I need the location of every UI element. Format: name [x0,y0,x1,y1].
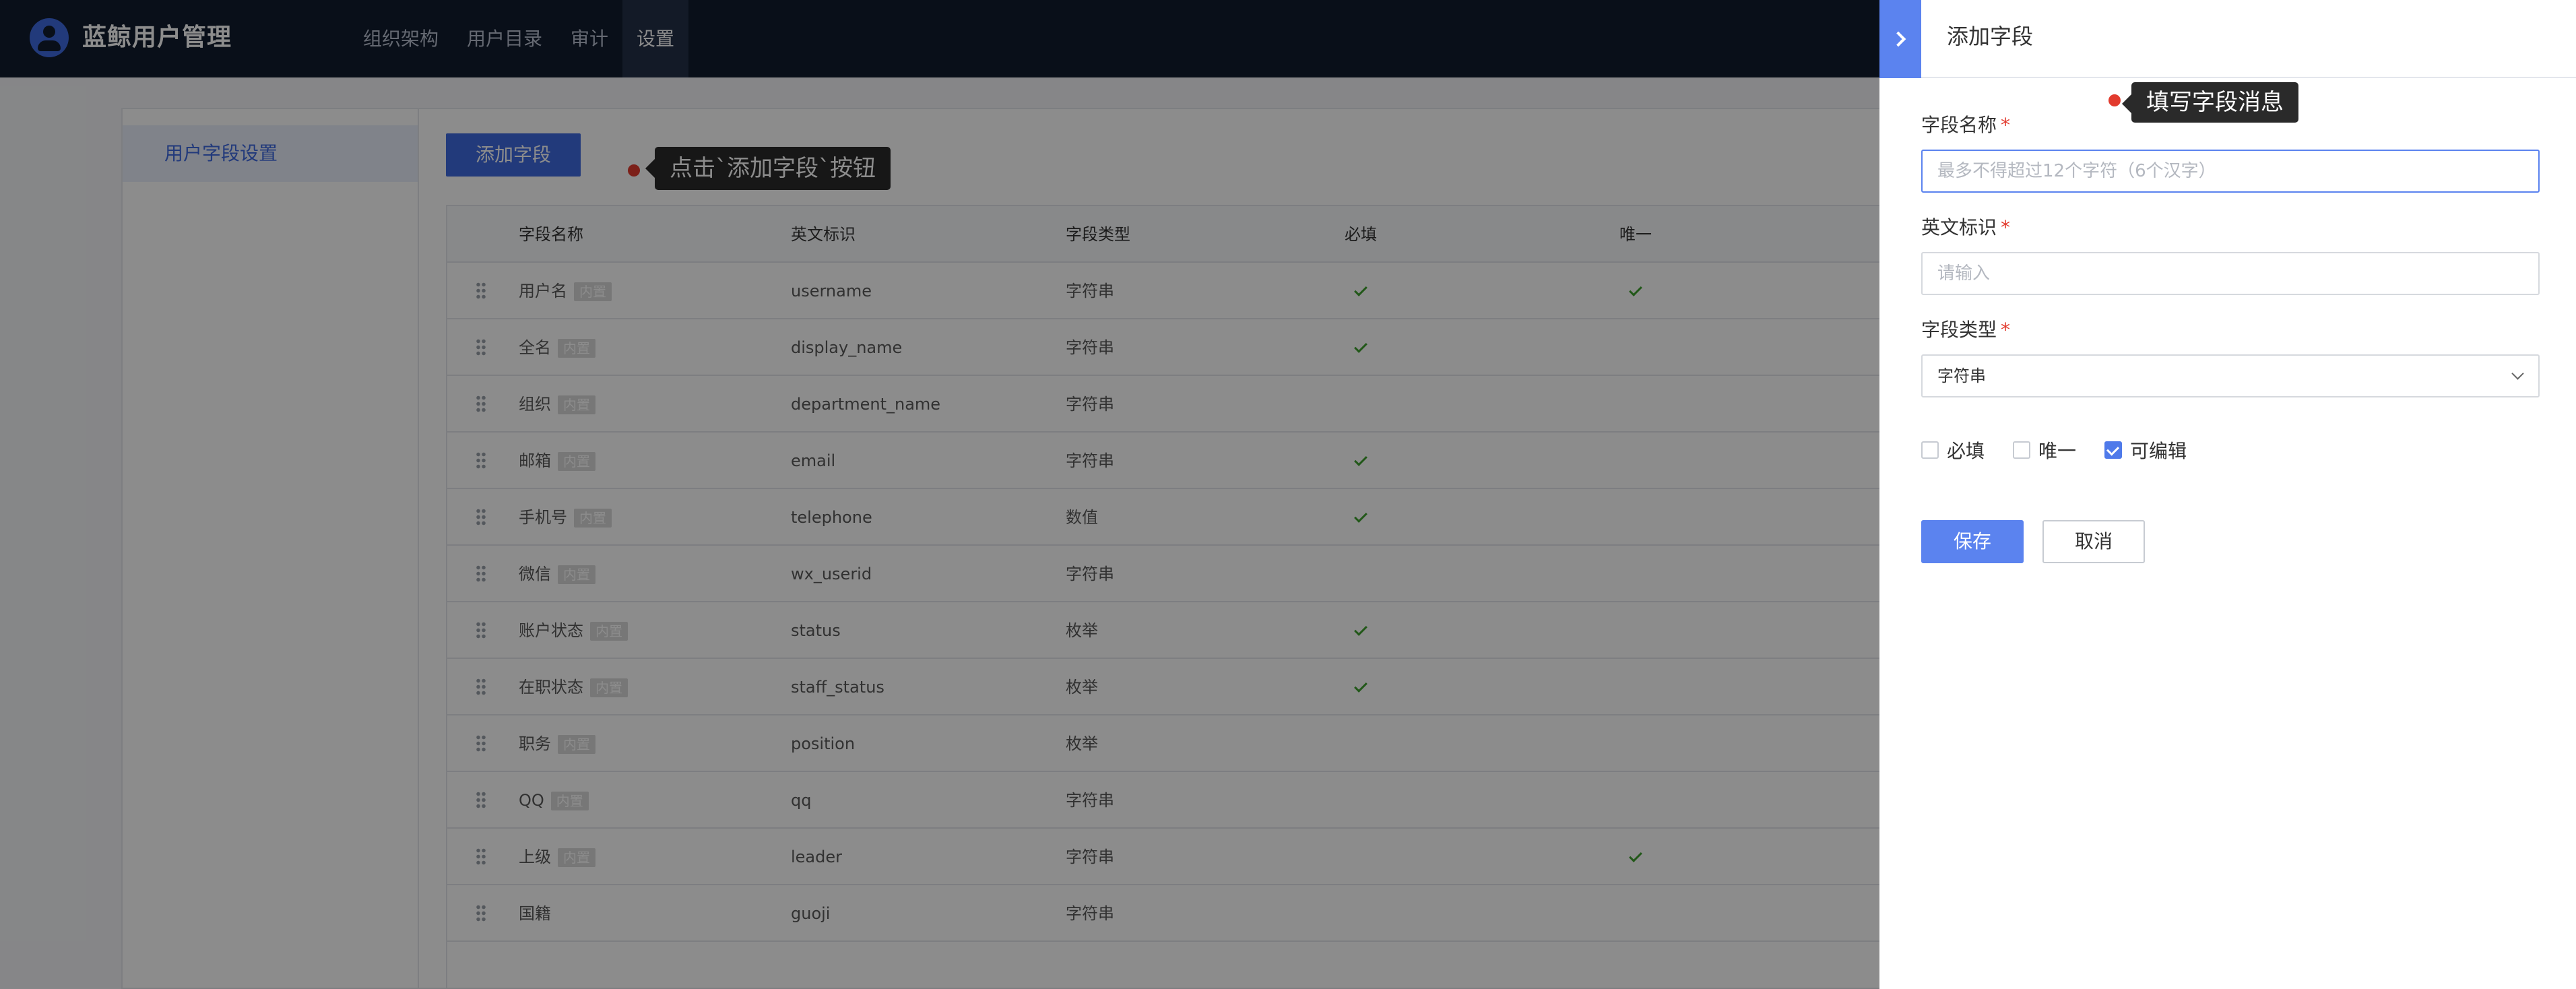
drawer-header: 添加字段 [1879,0,2576,78]
field-type-select[interactable]: 字符串 [1921,354,2540,397]
add-field-drawer: 添加字段 填写字段消息 字段名称* 英文标识* 字段类型* 字符串 必填 唯一 … [1879,0,2576,989]
name-label: 字段名称 * [1921,114,2011,136]
collapse-drawer-button[interactable] [1879,0,1921,78]
checkbox-box[interactable] [2013,441,2031,459]
save-button[interactable]: 保存 [1921,520,2024,563]
checkbox-label: 必填 [1947,440,1985,462]
chevron-right-icon [1890,31,1906,47]
key-label: 英文标识 * [1921,216,2011,238]
checkbox-label: 可编辑 [2130,440,2187,462]
type-label: 字段类型 * [1921,319,2011,341]
hint-marker-icon [2108,94,2121,106]
checkbox-label: 唯一 [2038,440,2077,462]
cancel-button[interactable]: 取消 [2042,520,2145,563]
unique-checkbox[interactable]: 唯一 [2013,437,2076,464]
editable-checkbox[interactable]: 可编辑 [2104,437,2187,464]
field-type-value: 字符串 [1937,366,1986,385]
drawer-title: 添加字段 [1947,24,2034,49]
checkbox-box[interactable] [1921,441,1939,459]
overlay-mask[interactable] [0,0,1879,989]
english-key-input[interactable] [1921,252,2540,295]
field-options: 必填 唯一 可编辑 [1921,437,2215,464]
hint-tooltip-fill: 填写字段消息 [2122,82,2298,123]
required-checkbox[interactable]: 必填 [1921,437,1985,464]
field-name-input[interactable] [1921,150,2540,193]
chevron-down-icon [2511,367,2524,380]
checkbox-box-checked[interactable] [2104,441,2123,459]
